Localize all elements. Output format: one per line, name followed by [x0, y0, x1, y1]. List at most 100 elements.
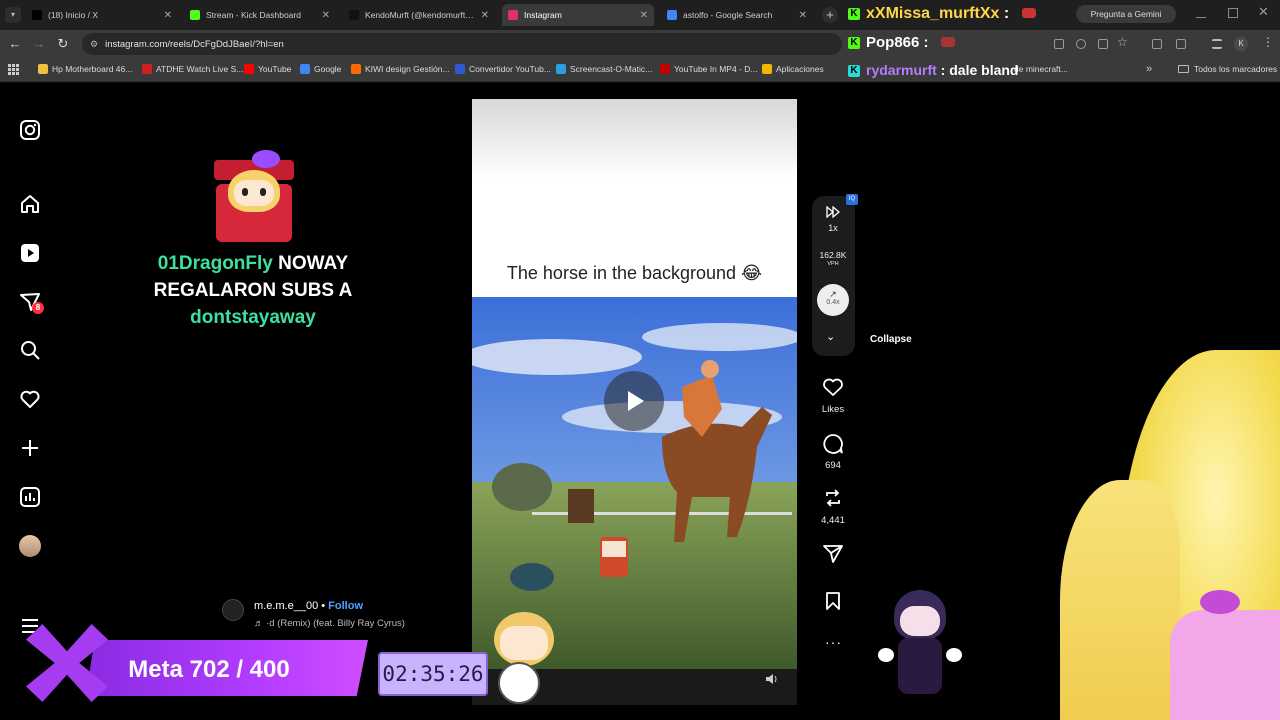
bookmark-label: Screencast-O-Matic...	[570, 64, 653, 74]
zoom-icon[interactable]	[1076, 39, 1086, 49]
collapse-label[interactable]: Collapse	[870, 334, 912, 345]
forward-arrow-icon[interactable]: →	[31, 36, 47, 52]
more-bookmarks-icon[interactable]: »	[1146, 63, 1152, 75]
more-options-icon[interactable]: ···	[825, 634, 842, 650]
star-icon[interactable]: ☆	[1117, 35, 1128, 49]
browser-tab[interactable]: KendoMurft (@kendomurft) | T ✕	[343, 4, 495, 26]
tab-strip: ▾ (18) Inicio / X ✕ Stream - Kick Dashboar…	[0, 0, 1280, 30]
share-icon[interactable]	[822, 544, 844, 564]
bookmark-label: Google	[314, 64, 342, 74]
alert-user: 01DragonFly	[157, 253, 273, 274]
profile-avatar[interactable]: K	[1234, 37, 1248, 51]
tab-close-icon[interactable]: ✕	[481, 10, 489, 21]
stream-timer: 02:35:26	[378, 652, 488, 696]
browser-toolbar: ← → ↻ ⚙ instagram.com/reels/DcFgDdJBaeI/…	[0, 30, 1280, 58]
author-username[interactable]: m.e.m.e__00	[254, 600, 318, 612]
tab-favicon-icon	[349, 10, 359, 20]
bookmark-favicon-icon	[660, 64, 670, 74]
menu-dots-icon[interactable]: ⋮	[1262, 35, 1274, 49]
tab-title: astolfo - Google Search	[683, 10, 773, 20]
profile-avatar[interactable]	[19, 535, 41, 557]
browser-tab[interactable]: Stream - Kick Dashboard ✕	[184, 4, 336, 26]
bookmarks-bar: Hp Motherboard 46... ATDHE Watch Live S..…	[0, 58, 1280, 82]
bookmark-item[interactable]: Aplicaciones	[762, 64, 824, 74]
browser-tab[interactable]: (18) Inicio / X ✕	[26, 4, 178, 26]
tab-search-button[interactable]: ▾	[5, 7, 21, 23]
play-button[interactable]	[604, 371, 664, 431]
bookmark-item[interactable]: Google	[300, 64, 341, 74]
tab-favicon-icon	[508, 10, 518, 20]
vtuber-model-image	[1060, 350, 1280, 720]
alert-target: dontstayaway	[190, 307, 316, 328]
follow-button[interactable]: Follow	[328, 600, 363, 612]
cast-icon[interactable]	[1098, 39, 1108, 49]
translate-icon[interactable]	[1054, 39, 1064, 49]
instagram-logo-icon[interactable]	[19, 119, 41, 141]
media-icon[interactable]	[1212, 39, 1222, 49]
tab-favicon-icon	[32, 10, 42, 20]
puzzle-icon[interactable]	[1176, 39, 1186, 49]
bookmark-favicon-icon	[38, 64, 48, 74]
chat-user: xXMissa_murftXx	[866, 5, 1000, 22]
bookmark-favicon-icon	[244, 64, 254, 74]
tab-close-icon[interactable]: ✕	[640, 10, 648, 21]
maximize-icon[interactable]	[1228, 8, 1238, 18]
bookmark-favicon-icon	[351, 64, 361, 74]
like-heart-icon[interactable]	[822, 377, 844, 397]
bookmark-item[interactable]: Convertidor YouTub...	[455, 64, 551, 74]
tab-close-icon[interactable]: ✕	[322, 10, 330, 21]
speed-label[interactable]: 1x	[803, 223, 863, 233]
browser-tab[interactable]: astolfo - Google Search ✕	[661, 4, 813, 26]
save-bookmark-icon[interactable]	[825, 591, 841, 611]
tab-title: Stream - Kick Dashboard	[206, 10, 301, 20]
close-window-icon[interactable]: ✕	[1258, 4, 1269, 20]
gemini-button[interactable]: Pregunta a Gemini	[1076, 5, 1176, 23]
folder-icon	[1178, 65, 1189, 73]
heart-icon[interactable]	[19, 388, 41, 410]
address-bar[interactable]: ⚙ instagram.com/reels/DcFgDdJBaeI/?hl=en	[82, 33, 842, 55]
browser-tab[interactable]: Instagram ✕	[502, 4, 654, 26]
emote-icon	[940, 37, 955, 47]
search-icon[interactable]	[19, 339, 41, 361]
repost-icon[interactable]	[823, 488, 843, 508]
alert-chibi-image	[206, 150, 302, 242]
kick-icon: K	[848, 7, 860, 20]
chat-text: dale bland	[949, 62, 1019, 78]
bookmark-label: KIWI design Gestión...	[365, 64, 450, 74]
minimize-icon[interactable]	[1196, 8, 1206, 18]
bookmark-favicon-icon	[142, 64, 152, 74]
apps-grid-icon[interactable]	[8, 64, 19, 75]
tab-close-icon[interactable]: ✕	[164, 10, 172, 21]
comment-icon[interactable]	[822, 433, 844, 455]
tab-favicon-icon	[190, 10, 200, 20]
notification-badge: 8	[32, 302, 44, 314]
audio-track[interactable]: ♬ ·d (Remix) (feat. Billy Ray Cyrus)	[254, 618, 405, 629]
address-text: instagram.com/reels/DcFgDdJBaeI/?hl=en	[105, 38, 284, 50]
bookmark-item[interactable]: YouTube	[244, 64, 291, 74]
tab-close-icon[interactable]: ✕	[799, 10, 807, 21]
bookmark-item[interactable]: KIWI design Gestión...	[351, 64, 450, 74]
bookmark-item[interactable]: ATDHE Watch Live S...	[142, 64, 243, 74]
bookmark-item[interactable]: Hp Motherboard 46...	[38, 64, 132, 74]
bookmark-label: Aplicaciones	[776, 64, 824, 74]
chevron-down-icon[interactable]: ⌄	[826, 330, 835, 343]
iq-badge: IQ	[846, 194, 858, 205]
reload-icon[interactable]: ↻	[55, 36, 71, 52]
site-info-icon[interactable]: ⚙	[90, 39, 98, 50]
reels-icon[interactable]	[19, 242, 41, 264]
back-arrow-icon[interactable]: ←	[7, 36, 23, 52]
all-bookmarks-button[interactable]: Todos los marcadores	[1178, 64, 1277, 74]
author-avatar[interactable]	[222, 599, 244, 621]
fast-forward-icon[interactable]	[826, 206, 840, 218]
home-icon[interactable]	[19, 193, 41, 215]
create-plus-icon[interactable]	[19, 437, 41, 459]
bookmark-item[interactable]: YouTube In MP4 - D...	[660, 64, 757, 74]
extension-icon[interactable]	[1152, 39, 1162, 49]
new-tab-button[interactable]: +	[822, 7, 838, 23]
dashboard-icon[interactable]	[19, 486, 41, 508]
volume-icon[interactable]	[764, 671, 780, 687]
bookmark-item[interactable]: Screencast-O-Matic...	[556, 64, 652, 74]
bookmark-item[interactable]: de minecraft...	[1014, 64, 1068, 74]
alert-line2: REGALARON SUBS A	[153, 280, 353, 301]
kick-icon: K	[848, 65, 860, 78]
